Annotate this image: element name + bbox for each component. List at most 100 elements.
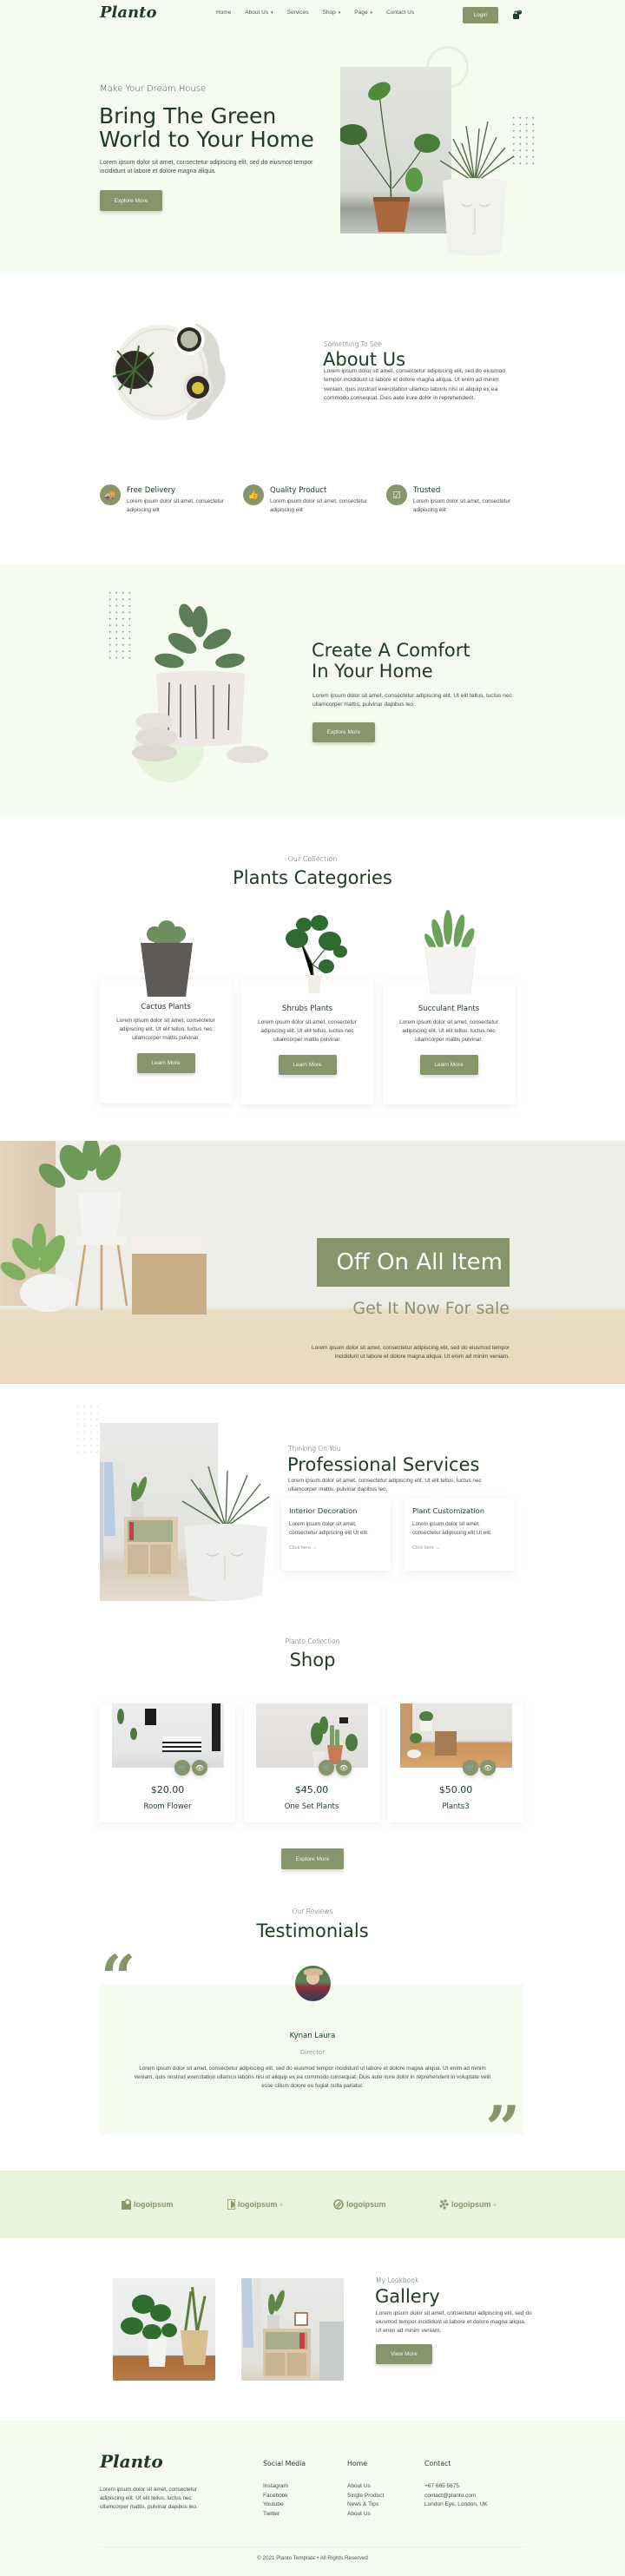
comfort-title-line2: In Your Home — [312, 661, 433, 682]
nav-label: Contact Us — [385, 10, 415, 16]
logo-ring-icon — [333, 2199, 344, 2210]
service-card-link[interactable]: Click here → — [412, 1545, 506, 1551]
add-to-cart-button[interactable]: 🛒 — [463, 1760, 478, 1776]
sale-banner-section: Off On All Item Get It Now For sale Lore… — [0, 1141, 625, 1384]
reviewer-name: Kynan Laura — [289, 2032, 336, 2040]
cart-count: 0 — [518, 9, 521, 13]
comfort-explore-button[interactable]: Explore More — [312, 722, 375, 742]
chevron-down-icon: ▾ — [338, 10, 341, 16]
quick-view-button[interactable]: 👁 — [480, 1760, 496, 1776]
product-name[interactable]: Plants3 — [388, 1802, 523, 1811]
nav-item-page[interactable]: Page ▾ — [354, 10, 372, 16]
service-card: Plant Customization Lorem ipsum dolor si… — [405, 1498, 514, 1571]
comfort-title-line1: Create A Comfort — [312, 640, 470, 661]
eye-icon: 👁 — [339, 1763, 349, 1772]
footer-logo[interactable]: Planto — [100, 2451, 163, 2472]
partner-logo[interactable]: logoipsum ® — [439, 2199, 496, 2210]
feature-item: 🚚 Free Delivery Lorem ipsum dolor sit am… — [100, 484, 243, 519]
sale-room-illustration — [0, 1141, 207, 1314]
feature-item: ☑ Trusted Lorem ipsum dolor sit amet, co… — [386, 484, 530, 519]
footer-link-youtube[interactable]: Youtube — [263, 2500, 306, 2510]
footer-column-home: Home About Us Single Product News & Tips… — [347, 2460, 384, 2519]
category-text: Lorem ipsum dolor sit amet, consectetur … — [258, 1019, 357, 1043]
testimonials-title: Testimonials — [256, 1920, 369, 1941]
footer-link-about-us[interactable]: About Us — [347, 2482, 384, 2492]
gallery-photo-shelf[interactable] — [241, 2278, 344, 2381]
cart-icon: 🛒 — [322, 1763, 331, 1772]
feature-title: Trusted — [413, 486, 441, 495]
categories-section: Our Collection Plants Categories Cactus … — [0, 817, 625, 1139]
reviewer-avatar — [295, 1966, 331, 2001]
quote-close-icon: ” — [485, 2092, 521, 2164]
product-card[interactable]: 🛒 👁 $20.00 Room Flower — [100, 1703, 235, 1822]
feature-text: Lorem ipsum dolor sit amet, consectetur … — [270, 498, 367, 513]
product-name[interactable]: Room Flower — [100, 1802, 235, 1811]
footer-contact-address: London Eye, London, UK — [424, 2501, 488, 2507]
shop-section: Planto Collection Shop 🛒 👁 $20.00 Room F… — [0, 1624, 625, 1884]
about-text: Lorem ipsum dolor sit amet, consectetur … — [324, 368, 505, 401]
cart-icon: 🛒 — [466, 1763, 475, 1772]
gallery-view-more-button[interactable]: View More — [376, 2344, 432, 2364]
category-learn-more-button[interactable]: Learn More — [419, 1055, 478, 1075]
categories-eyebrow: Our Collection — [287, 855, 338, 863]
nav-item-about-us[interactable]: About Us ▾ — [245, 10, 273, 16]
category-text: Lorem ipsum dolor sit amet, consectetur … — [116, 1018, 215, 1041]
feature-list: 🚚 Free Delivery Lorem ipsum dolor sit am… — [100, 484, 534, 519]
product-photo — [256, 1703, 368, 1768]
category-title: Shrubs Plants — [281, 1005, 333, 1013]
category-learn-more-button[interactable]: Learn More — [136, 1053, 195, 1073]
category-title: Succulant Plants — [418, 1005, 480, 1013]
services-face-pot-photo — [174, 1466, 278, 1605]
login-button[interactable]: Login — [463, 7, 498, 23]
footer-contact-phone[interactable]: +67 665 5675 — [424, 2482, 488, 2492]
sale-text-line2: incididunt ut labore et dolore magna ali… — [334, 1354, 510, 1360]
comfort-text: Lorem ipsum dolor sit amet, consectetur … — [312, 693, 512, 708]
hero-title-line1: Bring The Green — [99, 103, 277, 128]
gallery-title: Gallery — [375, 2286, 440, 2307]
category-item: Succulant Plants Lorem ipsum dolor sit a… — [383, 1005, 515, 1075]
product-name[interactable]: One Set Plants — [244, 1802, 379, 1811]
product-card[interactable]: 🛒 👁 $50.00 Plants3 — [388, 1703, 523, 1822]
services-eyebrow: Thinking On You — [288, 1445, 341, 1453]
partner-logo[interactable]: logoipsum — [122, 2199, 174, 2210]
cart-button[interactable]: 0 — [512, 9, 523, 19]
footer-link-facebook[interactable]: Facebook — [263, 2492, 306, 2501]
footer-copyright: © 2021 Planto Template • All Rights Rese… — [257, 2555, 368, 2561]
footer-column-title: Social Media — [263, 2460, 306, 2467]
footer-column-social: Social Media Instagram Facebook Youtube … — [263, 2460, 306, 2519]
footer-link-about-us-2[interactable]: About Us — [347, 2510, 384, 2520]
hero-eyebrow: Make Your Dream House — [100, 84, 207, 94]
service-card-link[interactable]: Click here → — [289, 1545, 383, 1551]
nav-item-services[interactable]: Services — [287, 10, 309, 16]
product-card[interactable]: 🛒 👁 $45.00 One Set Plants — [244, 1703, 379, 1822]
nav-item-home[interactable]: Home — [216, 10, 231, 16]
footer-link-instagram[interactable]: Instagram — [263, 2482, 306, 2492]
quick-view-button[interactable]: 👁 — [192, 1760, 207, 1776]
gallery-photo-monstera[interactable] — [113, 2278, 215, 2381]
category-text: Lorem ipsum dolor sit amet, consectetur … — [399, 1019, 498, 1043]
sale-badge: Off On All Item — [317, 1238, 510, 1287]
footer-link-twitter[interactable]: Twitter — [263, 2510, 306, 2520]
site-logo[interactable]: Planto — [100, 3, 156, 22]
partner-logo[interactable]: logoipsum ® — [227, 2199, 282, 2210]
partner-logo[interactable]: logoipsum — [333, 2199, 386, 2210]
service-card: Interior Decoration Lorem ipsum dolor si… — [281, 1498, 391, 1571]
add-to-cart-button[interactable]: 🛒 — [174, 1760, 190, 1776]
shop-explore-button[interactable]: Explore More — [281, 1848, 344, 1869]
delivery-truck-icon: 🚚 — [100, 484, 121, 505]
footer-link-single-product[interactable]: Single Product — [347, 2492, 384, 2501]
hero-explore-button[interactable]: Explore More — [100, 190, 162, 211]
product-photo — [400, 1703, 512, 1768]
quick-view-button[interactable]: 👁 — [336, 1760, 352, 1776]
about-section: Something To See About Us Lorem ipsum do… — [0, 273, 625, 565]
comfort-section: Create A Comfort In Your Home Lorem ipsu… — [0, 565, 625, 817]
footer-link-news-tips[interactable]: News & Tips — [347, 2500, 384, 2510]
category-succulent-photo — [420, 908, 481, 995]
nav-item-shop[interactable]: Shop ▾ — [323, 10, 341, 16]
main-nav: Home About Us ▾ Services Shop ▾ Page ▾ Cont… — [216, 10, 414, 16]
footer-contact-email[interactable]: contact@planto.com — [424, 2492, 488, 2501]
nav-item-contact-us[interactable]: Contact Us — [386, 10, 414, 16]
add-to-cart-button[interactable]: 🛒 — [319, 1760, 334, 1776]
category-learn-more-button[interactable]: Learn More — [278, 1055, 337, 1075]
check-box-icon: ☑ — [386, 484, 407, 505]
